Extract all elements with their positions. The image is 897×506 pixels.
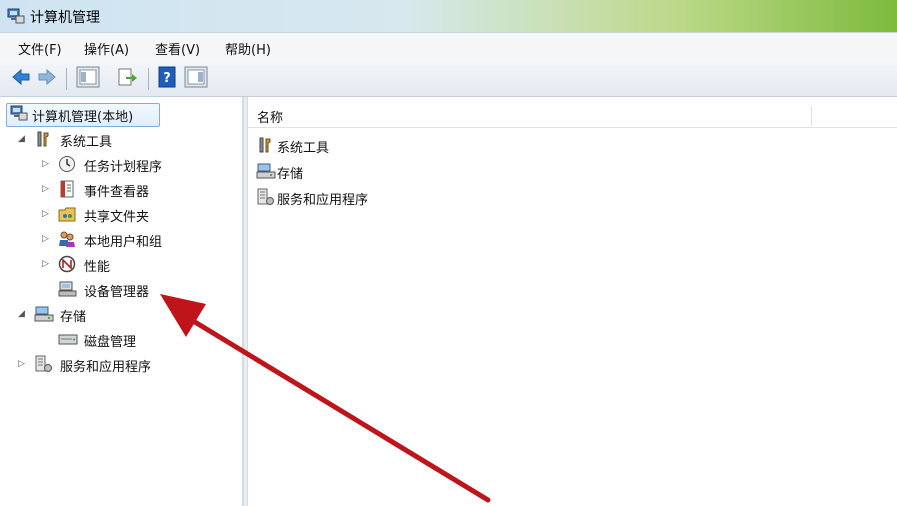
back-arrow-icon[interactable] [10, 66, 32, 88]
list-item-label: 服务和应用程序 [277, 193, 369, 208]
help-icon[interactable]: ? [158, 66, 176, 88]
collapsed-arrow-icon[interactable]: ▷ [42, 234, 49, 244]
disk-icon [58, 330, 78, 348]
collapsed-arrow-icon[interactable]: ▷ [18, 359, 25, 369]
tree-item-label: 共享文件夹 [84, 210, 150, 225]
menu-action[interactable]: 操作(A) [84, 39, 129, 58]
toolbar-separator [66, 68, 67, 90]
menu-help[interactable]: 帮助(H) [225, 39, 271, 58]
column-header[interactable]: 名称 [248, 103, 897, 128]
tree-item-label: 计算机管理(本地) [32, 110, 134, 125]
window-title: 计算机管理 [30, 10, 100, 26]
clock-icon [58, 155, 76, 173]
services-icon [34, 355, 54, 373]
collapsed-arrow-icon[interactable]: ▷ [42, 259, 49, 269]
toolbar-separator [148, 68, 149, 90]
title-bar: 计算机管理 [0, 0, 897, 32]
collapsed-arrow-icon[interactable]: ▷ [42, 184, 49, 194]
collapsed-arrow-icon[interactable]: ▷ [42, 159, 49, 169]
tree-item-label: 设备管理器 [84, 285, 150, 300]
storage-icon [34, 305, 54, 323]
tree-item-label: 本地用户和组 [84, 235, 163, 250]
console-tree: 计算机管理(本地) ◢ 系统工具 ▷ 任务计划程序 ▷ 事件查看器 ▷ 共享文件… [0, 97, 244, 506]
event-log-icon [58, 180, 76, 198]
tree-item-label: 系统工具 [60, 135, 113, 150]
tools-icon [256, 136, 274, 154]
menu-view[interactable]: 查看(V) [155, 39, 200, 58]
svg-text:?: ? [163, 71, 171, 86]
tree-item-label: 事件查看器 [84, 185, 150, 200]
tools-icon [34, 130, 52, 148]
details-pane: 名称 系统工具 存储 服务和应用程序 [247, 97, 897, 506]
performance-gauge-icon [58, 255, 76, 273]
list-item-label: 存储 [277, 167, 304, 182]
menu-file[interactable]: 文件(F) [18, 39, 62, 58]
shared-folder-icon [58, 205, 76, 223]
users-icon [58, 230, 76, 248]
export-list-icon[interactable] [116, 66, 138, 88]
tree-item-label: 任务计划程序 [84, 160, 163, 175]
console-tree-icon[interactable] [76, 66, 100, 88]
forward-arrow-icon[interactable] [36, 66, 58, 88]
tree-item-label: 存储 [60, 310, 87, 325]
action-pane-icon[interactable] [184, 66, 208, 88]
storage-icon [256, 162, 276, 180]
computer-management-icon [7, 8, 25, 24]
column-separator[interactable] [811, 106, 812, 126]
device-manager-icon [58, 280, 78, 298]
menu-bar: 文件(F) 操作(A) 查看(V) 帮助(H) [0, 32, 897, 61]
services-icon [256, 188, 276, 206]
collapsed-arrow-icon[interactable]: ▷ [42, 209, 49, 219]
list-item-label: 系统工具 [277, 141, 330, 156]
computer-management-icon [10, 105, 28, 121]
tree-item-label: 服务和应用程序 [60, 360, 152, 375]
tree-item-label: 性能 [84, 260, 111, 275]
column-header-name[interactable]: 名称 [257, 107, 283, 126]
expanded-arrow-icon[interactable]: ◢ [18, 134, 25, 144]
tree-item-label: 磁盘管理 [84, 335, 137, 350]
expanded-arrow-icon[interactable]: ◢ [18, 309, 25, 319]
toolbar: ? [0, 60, 897, 97]
